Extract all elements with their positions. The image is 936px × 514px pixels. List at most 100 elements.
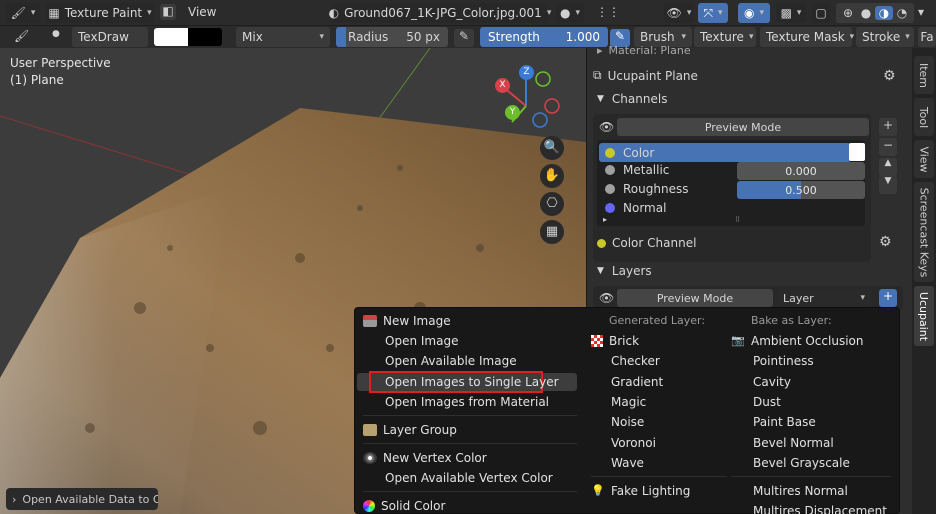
menu-item-pointiness[interactable]: Pointiness	[753, 354, 814, 368]
falloff-menu[interactable]: Fa	[918, 27, 936, 47]
color-channel-swatch[interactable]	[849, 143, 865, 161]
chevron-right-icon: ›	[12, 492, 17, 506]
menu-item-new-image[interactable]: New Image	[363, 314, 451, 328]
stroke-menu[interactable]: Stroke ▾	[856, 27, 914, 47]
radius-pressure-icon[interactable]: ✎	[454, 29, 474, 47]
menu-item-gradient[interactable]: Gradient	[611, 375, 663, 389]
material-shading-icon[interactable]: ◑	[875, 6, 893, 20]
menu-item-open-available-vertex-color[interactable]: Open Available Vertex Color	[385, 471, 553, 485]
rendered-shading-icon[interactable]: ◔	[893, 6, 911, 20]
blend-mode-dropdown[interactable]: Mix ▾	[236, 27, 330, 47]
channel-item-color[interactable]: Color	[599, 143, 851, 162]
menu-item-magic[interactable]: Magic	[611, 395, 646, 409]
camera-icon[interactable]: ⎔	[540, 192, 564, 216]
menu-item-fake-lighting[interactable]: 💡 Fake Lighting	[591, 484, 690, 498]
menu-item-checker[interactable]: Checker	[611, 354, 660, 368]
overlay-dropdown[interactable]: ◉ ▾	[738, 3, 770, 23]
menu-item-paint-base[interactable]: Paint Base	[753, 415, 816, 429]
view-menu[interactable]: View	[188, 5, 216, 19]
brush-tool-icon[interactable]: 🖌	[14, 29, 29, 43]
layers-preview-mode-button[interactable]: Preview Mode	[617, 289, 773, 307]
list-resize-grip-icon[interactable]: ⠿	[735, 216, 740, 224]
gizmo-y-axis[interactable]: Y	[505, 105, 520, 120]
channel-item-metallic[interactable]: Metallic	[605, 163, 669, 177]
menu-item-voronoi[interactable]: Voronoi	[611, 436, 656, 450]
menu-item-open-available-image[interactable]: Open Available Image	[385, 354, 517, 368]
menu-item-noise[interactable]: Noise	[611, 415, 644, 429]
menu-item-new-vertex-color[interactable]: New Vertex Color	[363, 451, 487, 465]
channels-preview-mode-button[interactable]: Preview Mode	[617, 118, 869, 136]
material-row[interactable]: ▸ Material: Plane	[597, 44, 691, 57]
last-operator-panel[interactable]: › Open Available Data to Ov	[6, 488, 158, 510]
menu-item-wave[interactable]: Wave	[611, 456, 644, 470]
layer-type-dropdown[interactable]: Layer ▾	[777, 289, 871, 307]
tab-tool[interactable]: Tool	[914, 98, 934, 136]
visibility-dropdown[interactable]: 👁 ▾	[664, 3, 694, 23]
channel-name: Metallic	[623, 163, 670, 177]
add-layer-button[interactable]: +	[879, 289, 897, 307]
texture-mask-menu[interactable]: Texture Mask ▾	[760, 27, 854, 47]
gizmo-x-axis[interactable]: X	[495, 78, 510, 93]
tab-screencast-keys[interactable]: Screencast Keys	[914, 182, 934, 282]
solid-shading-icon[interactable]: ●	[857, 6, 875, 20]
channel-item-normal[interactable]: Normal	[605, 201, 666, 215]
tab-view[interactable]: View	[914, 140, 934, 178]
color-channel-row[interactable]: Color Channel	[597, 236, 696, 250]
perspective-grid-icon[interactable]: ▦	[540, 220, 564, 244]
gizmo-dropdown[interactable]: ⤧ ▾	[698, 3, 728, 23]
menu-item-bevel-normal[interactable]: Bevel Normal	[753, 436, 834, 450]
gear-icon[interactable]: ⚙	[883, 68, 896, 84]
menu-item-brick[interactable]: Brick	[591, 334, 639, 348]
tab-ucupaint[interactable]: Ucupaint	[914, 286, 934, 346]
shading-options-icon[interactable]: ▾	[918, 5, 924, 19]
add-channel-button[interactable]: +	[879, 118, 897, 136]
pan-hand-icon[interactable]: ✋	[540, 164, 564, 188]
zoom-icon[interactable]: 🔍	[540, 136, 564, 160]
eye-icon[interactable]: 👁	[599, 291, 614, 305]
eye-icon[interactable]: 👁	[599, 120, 614, 134]
move-down-icon[interactable]: ▼	[879, 176, 897, 194]
image-dropdown[interactable]: ◐ Ground067_1K-JPG_Color.jpg.001 ▾	[329, 3, 551, 23]
gizmo-z-axis[interactable]: Z	[519, 65, 534, 80]
display-channel-dropdown[interactable]: ● ▾	[556, 3, 584, 23]
brush-preview-icon[interactable]: ●	[52, 29, 60, 39]
chevron-down-icon: ▾	[759, 8, 765, 18]
menu-item-ambient-occlusion[interactable]: 📷 Ambient Occlusion	[731, 334, 863, 348]
move-up-icon[interactable]: ▲	[879, 158, 897, 176]
menu-separator	[591, 476, 727, 477]
strength-slider[interactable]: Strength 1.000	[480, 27, 608, 47]
xray-toggle[interactable]: ▢	[812, 3, 830, 23]
primary-color-swatch[interactable]	[154, 28, 188, 46]
remove-channel-button[interactable]: −	[879, 138, 897, 156]
menu-item-open-image[interactable]: Open Image	[385, 334, 458, 348]
secondary-color-swatch[interactable]	[188, 28, 222, 46]
texture-menu[interactable]: Texture ▾	[694, 27, 756, 47]
channel-item-roughness[interactable]: Roughness	[605, 182, 688, 196]
menu-item-multires-normal[interactable]: Multires Normal	[753, 484, 848, 498]
menu-item-dust[interactable]: Dust	[753, 395, 781, 409]
menu-item-bevel-grayscale[interactable]: Bevel Grayscale	[753, 456, 850, 470]
xray-dropdown[interactable]: ▩ ▾	[776, 3, 806, 23]
menu-item-solid-color[interactable]: Solid Color	[363, 499, 445, 513]
roughness-value-field[interactable]: 0.500	[737, 181, 865, 199]
brush-name-field[interactable]: TexDraw	[72, 27, 148, 47]
editor-type-dropdown[interactable]: 🖌 ▾	[6, 3, 40, 23]
channel-name: Normal	[623, 201, 667, 215]
menu-item-open-images-from-material[interactable]: Open Images from Material	[385, 395, 549, 409]
generated-layer-header: Generated Layer:	[609, 314, 706, 327]
mode-dropdown[interactable]: ▦ Texture Paint ▾	[46, 3, 154, 23]
tab-item[interactable]: Item	[914, 56, 934, 94]
radius-slider[interactable]: Radius 50 px	[336, 27, 448, 47]
list-expand-icon[interactable]: ▸	[603, 215, 607, 224]
layers-header[interactable]: ▼ Layers	[597, 264, 652, 278]
metallic-value-field[interactable]: 0.000	[737, 162, 865, 180]
gear-icon[interactable]: ⚙	[879, 234, 892, 250]
menu-item-cavity[interactable]: Cavity	[753, 375, 791, 389]
menu-item-multires-displacement[interactable]: Multires Displacement	[753, 504, 887, 514]
image-toggle-icon[interactable]: ◧	[160, 4, 176, 20]
channels-header[interactable]: ▼ Channels	[597, 92, 667, 106]
wireframe-shading-icon[interactable]: ⊕	[839, 6, 857, 20]
chevron-down-icon: ▾	[718, 8, 723, 18]
menu-item-layer-group[interactable]: Layer Group	[363, 423, 457, 437]
menu-item-open-images-single-layer[interactable]: Open Images to Single Layer	[385, 375, 559, 389]
